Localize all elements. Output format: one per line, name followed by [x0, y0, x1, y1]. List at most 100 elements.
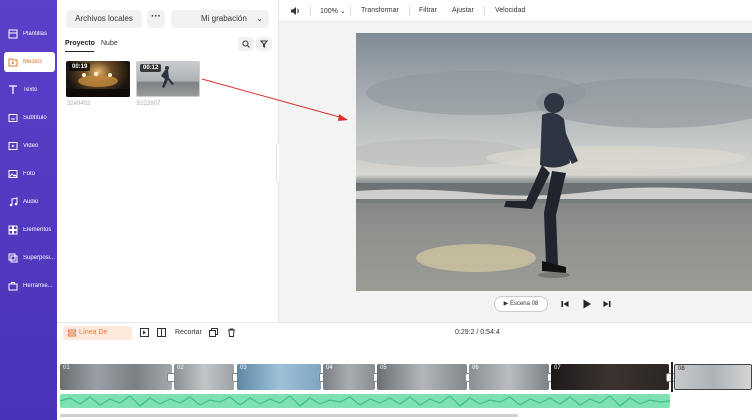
- timeline-mode-button[interactable]: Línea De Tiempo: [63, 326, 132, 350]
- clip-number: 01: [63, 365, 70, 371]
- timeline-clip[interactable]: 06: [469, 364, 549, 390]
- speed-button[interactable]: Velocidad: [495, 7, 525, 14]
- sidebar-item-label: Video: [23, 143, 39, 149]
- clip-number: 05: [380, 365, 387, 371]
- tools-icon: [7, 280, 19, 292]
- clip-number: 06: [472, 365, 479, 371]
- search-button[interactable]: [238, 37, 254, 51]
- video-preview[interactable]: [356, 33, 752, 291]
- volume-icon[interactable]: [290, 6, 300, 16]
- duration-badge: 00:19: [69, 63, 91, 71]
- previous-icon[interactable]: [561, 300, 569, 308]
- clip-number: 07: [554, 365, 561, 371]
- timeline-clip-selected[interactable]: 08: [674, 364, 752, 390]
- sidebar-item-text[interactable]: Texto: [4, 80, 55, 100]
- filter-button[interactable]: [256, 37, 272, 51]
- clip-number: 04: [326, 365, 333, 371]
- playback-controls: ▶ Escena 08: [356, 295, 752, 315]
- timeline-tracks: 01 02 03 04 05 06 07 08: [57, 342, 752, 420]
- timeline-clip[interactable]: 01: [60, 364, 172, 390]
- local-files-button[interactable]: Archivos locales: [66, 10, 142, 28]
- sidebar-item-label: Superposi...: [22, 255, 55, 261]
- subtitle-icon: [7, 112, 19, 124]
- chevron-down-icon: ⌄: [256, 14, 263, 23]
- chevron-down-icon: ⌄: [339, 8, 346, 15]
- duplicate-icon[interactable]: [208, 327, 218, 337]
- sidebar-item-elements[interactable]: Elementos: [4, 220, 55, 240]
- audio-track[interactable]: [60, 394, 670, 408]
- clip-number: 08: [678, 366, 685, 372]
- sidebar-item-audio[interactable]: Audio: [4, 192, 55, 212]
- media-name: 3249402: [67, 101, 91, 107]
- media-name: 5123907: [137, 101, 161, 107]
- recording-dropdown-label: Mi grabación: [201, 14, 247, 23]
- active-tab-indicator: [65, 51, 94, 52]
- filter-icon: [260, 40, 268, 48]
- runner-on-beach-image: [356, 71, 752, 291]
- search-icon: [242, 40, 250, 48]
- zoom-value: 100%: [320, 8, 338, 15]
- sidebar-item-overlay[interactable]: Superposi...: [4, 248, 55, 268]
- more-button[interactable]: ···: [147, 10, 165, 28]
- sidebar-item-label: Elementos: [23, 227, 52, 233]
- overlay-icon: [7, 252, 19, 264]
- time-display: 0:29:2 / 0:54:4: [455, 329, 500, 336]
- crop-button[interactable]: Recortar: [175, 329, 202, 336]
- video-icon: [7, 140, 19, 152]
- sidebar-item-label: Medios: [23, 59, 43, 65]
- timeline-clip[interactable]: 04: [323, 364, 375, 390]
- editor-toolbar: 100% ⌄ Transformar Filtrar Ajustar Veloc…: [279, 0, 752, 22]
- play-icon[interactable]: [582, 299, 592, 309]
- media-thumbnail[interactable]: 00:19: [66, 61, 130, 97]
- sidebar-item-video[interactable]: Video: [4, 136, 55, 156]
- divider: [310, 6, 311, 16]
- tab-cloud[interactable]: Nube: [101, 40, 118, 47]
- horizontal-scrollbar[interactable]: [60, 414, 518, 417]
- sidebar-item-tools[interactable]: Herramie...: [4, 276, 55, 296]
- sidebar-item-label: Plantillas: [23, 31, 48, 37]
- transform-button[interactable]: Transformar: [361, 7, 399, 14]
- media-panel: Archivos locales ··· Mi grabación ⌄ Proy…: [57, 0, 279, 322]
- divider: [350, 6, 351, 16]
- text-icon: [7, 84, 19, 96]
- next-icon[interactable]: [603, 300, 611, 308]
- sidebar-item-label: Texto: [23, 87, 38, 93]
- divider: [409, 6, 410, 16]
- tab-project[interactable]: Proyecto: [65, 40, 95, 47]
- timeline-clip[interactable]: 07: [551, 364, 669, 390]
- sidebar-item-label: Subtítulo: [23, 115, 47, 121]
- clip-number: 03: [240, 365, 247, 371]
- elements-icon: [7, 224, 19, 236]
- scene-button[interactable]: ▶ Escena 08: [494, 296, 548, 312]
- media-clip-icon[interactable]: [139, 327, 149, 337]
- sidebar-item-label: Herramie...: [23, 283, 53, 289]
- duration-badge: 00:12: [140, 64, 162, 72]
- sidebar-item-label: Foto: [23, 171, 36, 177]
- templates-icon: [7, 28, 19, 40]
- adjust-button[interactable]: Ajustar: [452, 7, 474, 14]
- playhead[interactable]: [671, 362, 673, 392]
- scene-label: Escena 08: [509, 301, 539, 307]
- recording-dropdown[interactable]: Mi grabación ⌄: [171, 10, 269, 28]
- zoom-select[interactable]: 100% ⌄: [320, 7, 346, 15]
- timeline-clip[interactable]: 02: [174, 364, 234, 390]
- sidebar-item-media[interactable]: Medios: [4, 52, 55, 72]
- play-small-icon: ▶: [503, 301, 509, 307]
- timeline-clip[interactable]: 03: [237, 364, 321, 390]
- timeline-clip[interactable]: 05: [377, 364, 467, 390]
- sidebar-item-subtitle[interactable]: Subtítulo: [4, 108, 55, 128]
- trash-icon[interactable]: [226, 327, 236, 337]
- audio-waveform: [60, 395, 670, 407]
- divider: [484, 6, 485, 16]
- media-thumbnail[interactable]: 00:12: [136, 61, 200, 97]
- sidebar: Plantillas Medios Texto Subtítulo Video …: [0, 0, 57, 420]
- filter-button[interactable]: Filtrar: [419, 7, 437, 14]
- sidebar-item-templates[interactable]: Plantillas: [4, 24, 55, 44]
- clip-number: 02: [177, 365, 184, 371]
- music-icon: [7, 196, 19, 208]
- split-icon[interactable]: [156, 327, 166, 337]
- media-folder-icon: [7, 56, 19, 68]
- sidebar-item-photo[interactable]: Foto: [4, 164, 55, 184]
- timeline-icon: [68, 329, 76, 337]
- timeline-toolbar: Línea De Tiempo Recortar 0:29:2 / 0:54:4: [57, 322, 752, 350]
